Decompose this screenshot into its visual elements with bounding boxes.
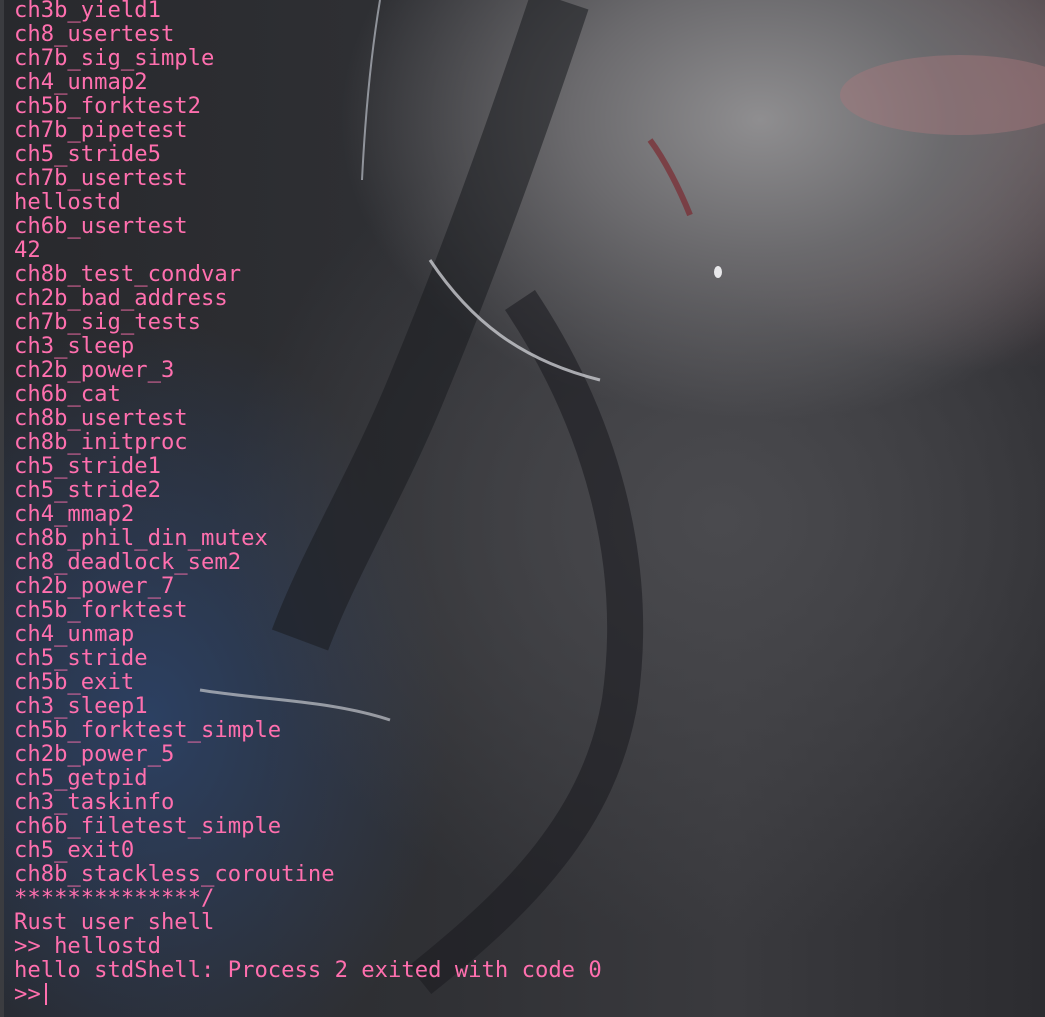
- terminal-line: ch3_sleep: [14, 333, 135, 359]
- terminal-line: ch6b_cat: [14, 381, 121, 407]
- terminal-line: ch4_unmap: [14, 621, 135, 647]
- terminal-line: ch8b_stackless_coroutine: [14, 861, 335, 887]
- terminal-line: ch8_deadlock_sem2: [14, 549, 242, 575]
- terminal-line: ch5b_exit: [14, 669, 135, 695]
- terminal-line: >> hellostd: [14, 933, 161, 959]
- terminal-line: ch8b_phil_din_mutex: [14, 525, 268, 551]
- terminal-line: ch8b_initproc: [14, 429, 188, 455]
- scrollbar[interactable]: [0, 0, 4, 1017]
- terminal-line: ch2b_power_7: [14, 573, 175, 599]
- terminal-line: ch8b_test_condvar: [14, 261, 242, 287]
- terminal-line: ch8_usertest: [14, 21, 175, 47]
- terminal-line: ch7b_pipetest: [14, 117, 188, 143]
- terminal-line: ch6b_usertest: [14, 213, 188, 239]
- terminal-line: **************/: [14, 885, 215, 911]
- terminal-line: ch5_getpid: [14, 765, 148, 791]
- terminal-line: ch3_sleep1: [14, 693, 148, 719]
- terminal-line: ch7b_sig_simple: [14, 45, 215, 71]
- terminal-line: Rust user shell: [14, 909, 215, 935]
- terminal-line: ch5b_forktest_simple: [14, 717, 282, 743]
- prompt-line[interactable]: >>: [14, 982, 602, 1006]
- terminal-line: ch7b_usertest: [14, 165, 188, 191]
- terminal-line: ch5b_forktest: [14, 597, 188, 623]
- terminal-line: ch6b_filetest_simple: [14, 813, 282, 839]
- terminal-line: ch5_exit0: [14, 837, 135, 863]
- terminal-line: ch8b_usertest: [14, 405, 188, 431]
- terminal-line: ch7b_sig_tests: [14, 309, 202, 335]
- terminal-line: ch5_stride1: [14, 453, 161, 479]
- terminal-window[interactable]: ch3b_yield1 ch8_usertest ch7b_sig_simple ch…: [0, 0, 1045, 1017]
- terminal-line: 42: [14, 237, 41, 263]
- terminal-line: ch2b_bad_address: [14, 285, 228, 311]
- terminal-line: ch5_stride5: [14, 141, 161, 167]
- terminal-line: ch2b_power_3: [14, 357, 175, 383]
- terminal-output: ch3b_yield1 ch8_usertest ch7b_sig_simple ch…: [14, 0, 602, 1006]
- terminal-line: ch5_stride2: [14, 477, 161, 503]
- terminal-line: ch5b_forktest2: [14, 93, 202, 119]
- terminal-line: ch3_taskinfo: [14, 789, 175, 815]
- shell-prompt: >>: [14, 981, 41, 1007]
- terminal-line: ch5_stride: [14, 645, 148, 671]
- terminal-line: hellostd: [14, 189, 121, 215]
- terminal-line: ch2b_power_5: [14, 741, 175, 767]
- terminal-line: ch3b_yield1: [14, 0, 161, 23]
- terminal-line: ch4_unmap2: [14, 69, 148, 95]
- text-cursor: [44, 983, 47, 1005]
- terminal-line: ch4_mmap2: [14, 501, 135, 527]
- terminal-line: hello stdShell: Process 2 exited with co…: [14, 957, 602, 983]
